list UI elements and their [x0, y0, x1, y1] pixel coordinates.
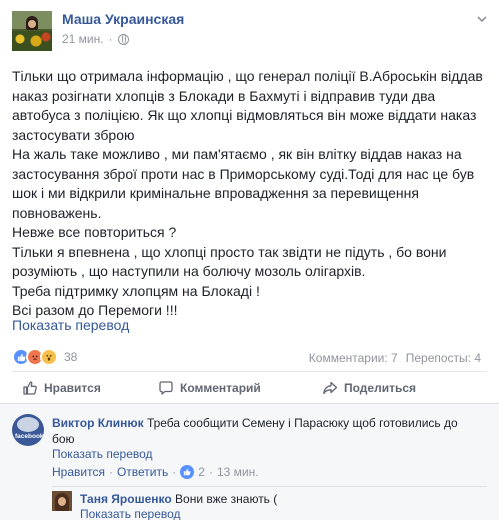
- post-text-line: шок і ми відкрили кримінальне впроваджен…: [12, 185, 419, 201]
- avatar-face: [58, 497, 66, 506]
- post-text-line: Тільки я впевнена , що хлопці просто так…: [12, 243, 447, 260]
- comment-author-name[interactable]: Виктор Клинюк: [52, 416, 144, 430]
- post-meta: 21 мин. ·: [62, 32, 129, 46]
- comment-meta: Нравится · Ответить · 2 · 13 мин.: [52, 465, 259, 479]
- comment-like-icon: [180, 465, 195, 479]
- post-stats: Комментарии: 7 Перепосты: 4: [309, 351, 481, 365]
- wow-reaction-icon: [40, 348, 58, 366]
- share-arrow-icon: [323, 381, 338, 395]
- thumbs-up-icon: [23, 381, 37, 395]
- reply-author-name[interactable]: Таня Ярошенко: [80, 492, 172, 506]
- post-text-line: Треба підтримку хлопцям на Блокаді !: [12, 282, 260, 299]
- reply-text: Вони вже знають (: [175, 492, 278, 506]
- comment-button[interactable]: Комментарий: [150, 377, 314, 399]
- reactions-count[interactable]: 38: [64, 350, 77, 364]
- meta-dot: ·: [108, 465, 113, 479]
- comment-reply-link[interactable]: Ответить: [117, 465, 168, 479]
- comment-bubble-icon: [159, 381, 173, 395]
- post-text-line: розуміють , що наступили на болючу мозол…: [12, 263, 366, 279]
- actions-top-divider: [12, 371, 487, 372]
- avatar-photo: [17, 417, 39, 432]
- like-button-label: Нравится: [44, 381, 101, 395]
- comment-likes-count[interactable]: 2: [198, 465, 205, 479]
- post-text-line: повноважень.: [12, 204, 102, 221]
- comments-count-link[interactable]: Комментарии: 7: [309, 351, 398, 365]
- post-author-name[interactable]: Маша Украинская: [62, 11, 184, 27]
- avatar-person-face: [28, 20, 36, 28]
- share-button-label: Поделиться: [344, 381, 417, 395]
- comment-like-link[interactable]: Нравится: [52, 465, 105, 479]
- post-actions-bar: Нравится Комментарий Поделиться: [12, 377, 487, 399]
- post-text-line: автобуса з поліцією. Як що хлопці відмов…: [12, 107, 477, 123]
- post-text-line: Тільки що отримала інформацію , що генер…: [12, 68, 483, 84]
- show-translation-link[interactable]: Показать перевод: [12, 317, 129, 333]
- reply-show-translation-link[interactable]: Показать перевод: [80, 507, 181, 520]
- post-text-line: застосування зброї проти нас в Приморськ…: [12, 165, 475, 182]
- post-text-line: Невже все повториться ?: [12, 224, 177, 240]
- avatar-flowers: [12, 31, 52, 51]
- comment-body: Виктор Клинюк Треба сообщити Семену і Па…: [52, 415, 482, 447]
- shares-count-link[interactable]: Перепосты: 4: [406, 351, 481, 365]
- like-button[interactable]: Нравится: [14, 377, 150, 399]
- post-text-line: застосувати зброю: [12, 126, 135, 143]
- reply-author-avatar[interactable]: [52, 491, 72, 511]
- author-avatar[interactable]: [12, 11, 52, 51]
- post-text-line: На жаль таке можливо , ми пам'ятаємо , я…: [12, 146, 462, 162]
- meta-dot: ·: [108, 32, 113, 46]
- globe-icon: [117, 33, 129, 45]
- comment-button-label: Комментарий: [180, 381, 261, 395]
- meta-dot: ·: [208, 465, 213, 479]
- chevron-down-icon[interactable]: [477, 14, 487, 24]
- reply-body: Таня Ярошенко Вони вже знають (: [80, 492, 277, 506]
- commenter-avatar[interactable]: facebook: [12, 414, 44, 446]
- comment-timestamp[interactable]: 13 мин.: [217, 465, 259, 479]
- meta-dot: ·: [172, 465, 177, 479]
- post-text-line: наказ розігнати хлопців з Блокади в Бахм…: [12, 87, 436, 104]
- post-card: Маша Украинская 21 мин. · Тільки що отри…: [0, 0, 499, 403]
- comment-show-translation-link[interactable]: Показать перевод: [52, 447, 153, 461]
- post-body: Тільки що отримала інформацію , що генер…: [12, 67, 492, 321]
- comments-section: facebook Виктор Клинюк Треба сообщити Се…: [0, 403, 499, 520]
- reactions-summary[interactable]: 38: [12, 348, 77, 366]
- reply-divider: [52, 486, 487, 487]
- share-button[interactable]: Поделиться: [314, 377, 424, 399]
- post-timestamp[interactable]: 21 мин.: [62, 32, 104, 46]
- avatar-caption: facebook: [15, 433, 44, 440]
